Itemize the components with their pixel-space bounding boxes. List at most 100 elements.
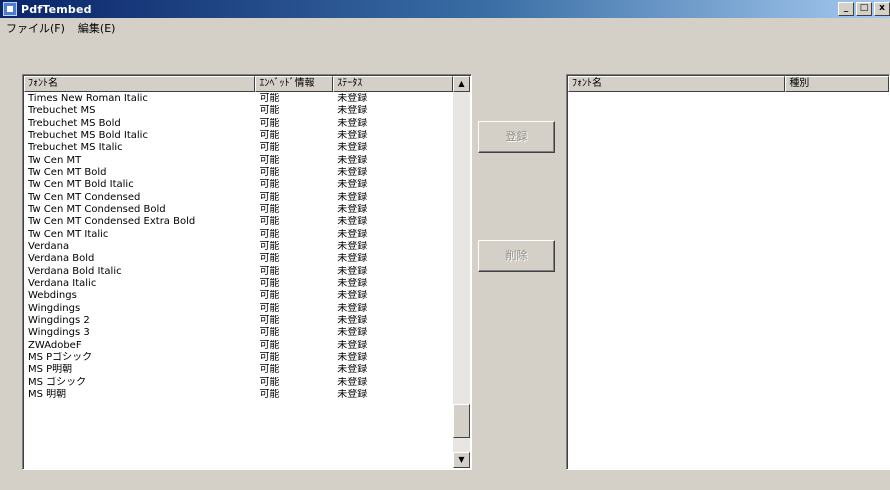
font-name-cell: Verdana Bold Italic <box>28 265 122 277</box>
embed-info-cell: 可能 <box>259 351 280 363</box>
font-list-row[interactable]: Verdana Italic 可能 未登録 <box>24 278 453 290</box>
column-header-embed-info[interactable]: ｴﾝﾍﾞｯﾄﾞ情報 <box>255 76 334 92</box>
scroll-up-button[interactable]: ▲ <box>453 76 470 92</box>
delete-button[interactable]: 削除 <box>478 240 555 272</box>
window-title: PdfTembed <box>21 2 92 16</box>
column-header-status[interactable]: ｽﾃｰﾀｽ <box>333 76 453 92</box>
font-name-cell: MS 明朝 <box>28 388 67 400</box>
font-name-cell: Wingdings 2 <box>28 314 90 326</box>
status-cell: 未登録 <box>337 154 368 166</box>
embed-info-cell: 可能 <box>259 191 280 203</box>
status-cell: 未登録 <box>337 166 368 178</box>
scroll-thumb[interactable] <box>453 403 470 438</box>
font-list-row[interactable]: Tw Cen MT Condensed Extra Bold 可能 未登録 <box>24 216 453 228</box>
scroll-down-button[interactable]: ▼ <box>453 452 470 468</box>
font-list-row[interactable]: MS P明朝 可能 未登録 <box>24 364 453 376</box>
status-cell: 未登録 <box>337 314 368 326</box>
embed-info-cell: 可能 <box>259 228 280 240</box>
font-list-row[interactable]: MS ゴシック 可能 未登録 <box>24 377 453 389</box>
font-list-row[interactable]: Times New Roman Italic 可能 未登録 <box>24 93 453 105</box>
menu-edit[interactable]: 編集(E) <box>72 20 123 36</box>
font-name-cell: Webdings <box>28 290 77 302</box>
status-cell: 未登録 <box>337 179 368 191</box>
status-cell: 未登録 <box>337 339 368 351</box>
embed-info-cell: 可能 <box>259 302 280 314</box>
status-cell: 未登録 <box>337 376 368 388</box>
embed-info-cell: 可能 <box>259 314 280 326</box>
font-list-row[interactable]: Tw Cen MT 可能 未登録 <box>24 155 453 167</box>
font-list-row[interactable]: Trebuchet MS Bold 可能 未登録 <box>24 118 453 130</box>
menu-file[interactable]: ファイル(F) <box>0 20 72 36</box>
status-cell: 未登録 <box>337 364 368 376</box>
font-list-row[interactable]: Verdana 可能 未登録 <box>24 241 453 253</box>
status-cell: 未登録 <box>337 93 368 104</box>
registered-list-header: ﾌｫﾝﾄ名 種別 <box>568 76 889 92</box>
font-list-header: ﾌｫﾝﾄ名 ｴﾝﾍﾞｯﾄﾞ情報 ｽﾃｰﾀｽ <box>24 76 453 92</box>
font-list-row[interactable]: Tw Cen MT Italic 可能 未登録 <box>24 229 453 241</box>
status-cell: 未登録 <box>337 129 368 141</box>
minimize-button[interactable]: _ <box>838 2 854 16</box>
font-name-cell: Tw Cen MT Bold <box>28 166 107 178</box>
embed-info-cell: 可能 <box>259 216 280 228</box>
font-name-cell: Tw Cen MT <box>28 154 82 166</box>
embed-info-cell: 可能 <box>259 105 280 117</box>
font-list-row[interactable]: Wingdings 3 可能 未登録 <box>24 327 453 339</box>
status-cell: 未登録 <box>337 191 368 203</box>
font-list-row[interactable]: MS 明朝 可能 未登録 <box>24 389 453 401</box>
font-list-row[interactable]: Tw Cen MT Bold Italic 可能 未登録 <box>24 179 453 191</box>
font-list-row[interactable]: Wingdings 可能 未登録 <box>24 303 453 315</box>
title-bar[interactable]: PdfTembed _ □ x <box>0 0 890 18</box>
font-name-cell: Trebuchet MS <box>28 105 96 117</box>
embed-info-cell: 可能 <box>259 93 280 104</box>
embed-info-cell: 可能 <box>259 142 280 154</box>
status-cell: 未登録 <box>337 105 368 117</box>
column-header-font-name[interactable]: ﾌｫﾝﾄ名 <box>24 76 256 92</box>
font-list-row[interactable]: Tw Cen MT Bold 可能 未登録 <box>24 167 453 179</box>
window-controls: _ □ x <box>838 2 890 16</box>
font-list-row[interactable]: MS Pゴシック 可能 未登録 <box>24 352 453 364</box>
font-list-row[interactable]: Verdana Bold 可能 未登録 <box>24 253 453 265</box>
maximize-button[interactable]: □ <box>856 2 872 16</box>
embed-info-cell: 可能 <box>259 388 280 400</box>
font-list-row[interactable]: Tw Cen MT Condensed 可能 未登録 <box>24 192 453 204</box>
status-cell: 未登録 <box>337 277 368 289</box>
font-list-row[interactable]: Wingdings 2 可能 未登録 <box>24 315 453 327</box>
font-list-row[interactable]: Trebuchet MS Bold Italic 可能 未登録 <box>24 130 453 142</box>
column-header-type[interactable]: 種別 <box>785 76 889 92</box>
font-name-cell: Wingdings <box>28 302 81 314</box>
font-name-cell: MS Pゴシック <box>28 351 93 363</box>
close-button[interactable]: x <box>874 2 890 16</box>
font-list-row[interactable]: Webdings 可能 未登録 <box>24 290 453 302</box>
embed-info-cell: 可能 <box>259 277 280 289</box>
embed-info-cell: 可能 <box>259 339 280 351</box>
font-name-cell: Wingdings 3 <box>28 327 90 339</box>
app-icon <box>3 2 17 16</box>
font-name-cell: MS ゴシック <box>28 376 87 388</box>
font-name-cell: Tw Cen MT Condensed <box>28 191 141 203</box>
font-name-cell: Tw Cen MT Bold Italic <box>28 179 134 191</box>
status-cell: 未登録 <box>337 216 368 228</box>
font-list-row[interactable]: ZWAdobeF 可能 未登録 <box>24 340 453 352</box>
status-cell: 未登録 <box>337 253 368 265</box>
embed-info-cell: 可能 <box>259 253 280 265</box>
register-button[interactable]: 登録 <box>478 121 555 153</box>
embed-info-cell: 可能 <box>259 203 280 215</box>
font-name-cell: Verdana <box>28 240 70 252</box>
font-list-row[interactable]: Trebuchet MS Italic 可能 未登録 <box>24 142 453 154</box>
registered-font-list[interactable]: ﾌｫﾝﾄ名 種別 <box>566 74 890 470</box>
font-list[interactable]: ﾌｫﾝﾄ名 ｴﾝﾍﾞｯﾄﾞ情報 ｽﾃｰﾀｽ Times New Roman It… <box>22 74 472 470</box>
embed-info-cell: 可能 <box>259 240 280 252</box>
font-list-row[interactable]: Verdana Bold Italic 可能 未登録 <box>24 266 453 278</box>
menu-bar: ファイル(F) 編集(E) <box>0 18 890 38</box>
font-name-cell: Tw Cen MT Condensed Extra Bold <box>28 216 196 228</box>
font-list-row[interactable]: Tw Cen MT Condensed Bold 可能 未登録 <box>24 204 453 216</box>
column-header-registered-font-name[interactable]: ﾌｫﾝﾄ名 <box>568 76 786 92</box>
embed-info-cell: 可能 <box>259 265 280 277</box>
status-cell: 未登録 <box>337 117 368 129</box>
font-name-cell: Verdana Bold <box>28 253 95 265</box>
font-list-row[interactable]: Trebuchet MS 可能 未登録 <box>24 105 453 117</box>
status-cell: 未登録 <box>337 203 368 215</box>
font-list-scrollbar[interactable]: ▲ ▼ <box>453 76 470 468</box>
font-name-cell: Trebuchet MS Bold <box>28 117 121 129</box>
font-name-cell: Tw Cen MT Condensed Bold <box>28 203 166 215</box>
